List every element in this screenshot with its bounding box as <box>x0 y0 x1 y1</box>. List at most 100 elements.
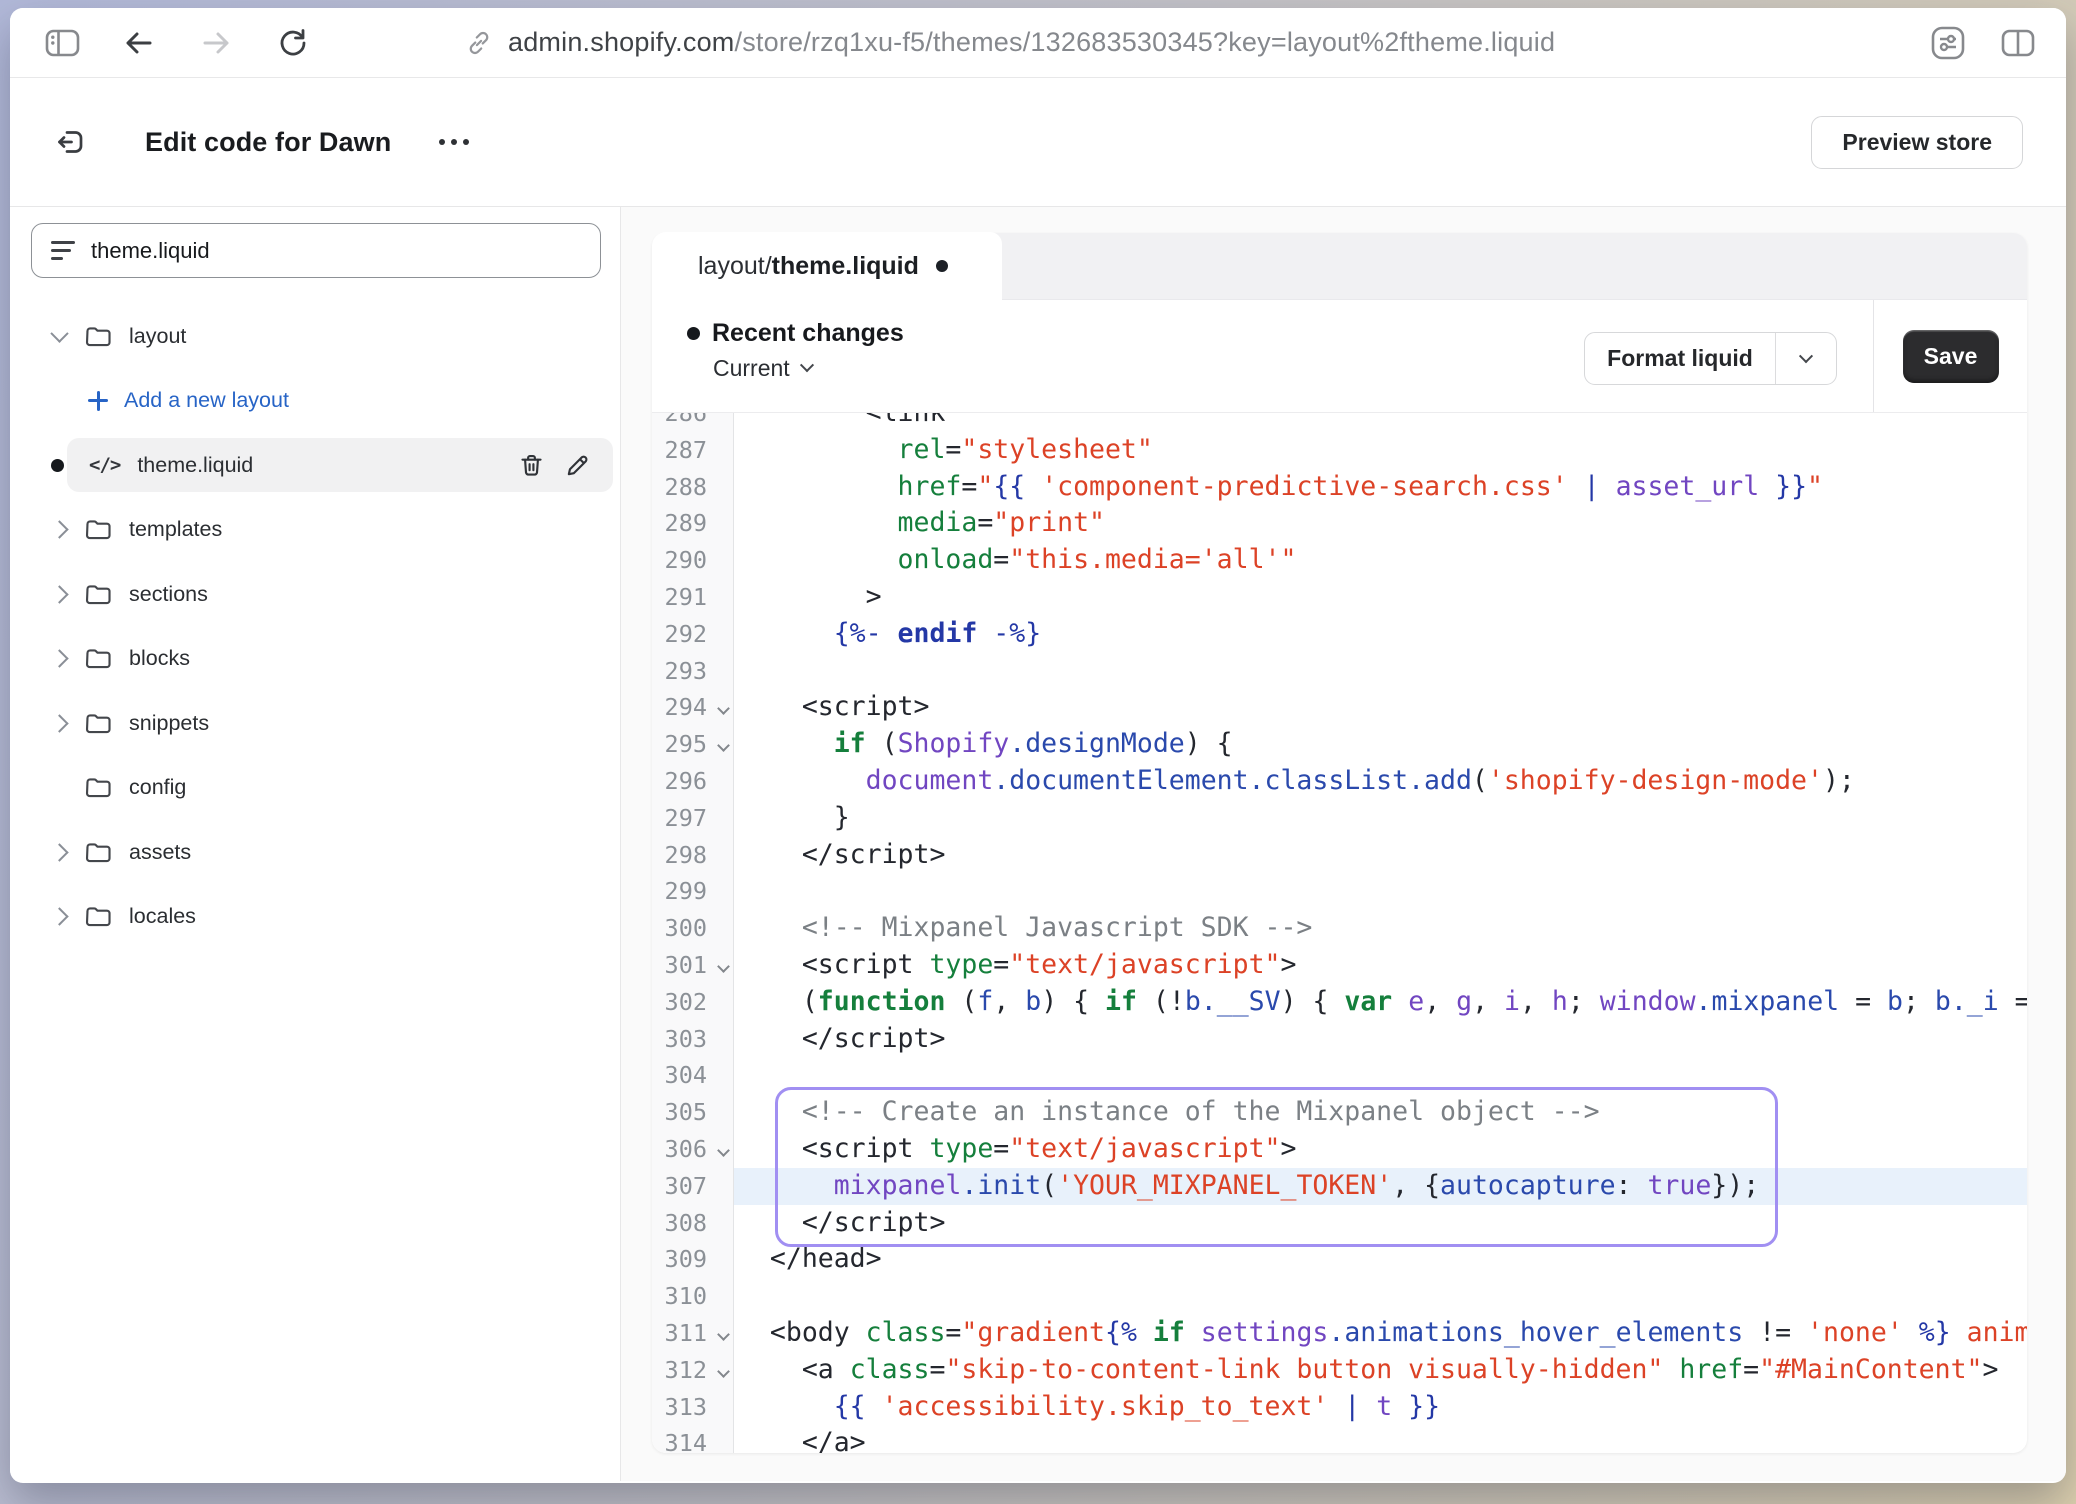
format-liquid-button[interactable]: Format liquid <box>1585 333 1776 384</box>
delete-file-icon[interactable] <box>518 452 545 479</box>
file-search-input[interactable]: theme.liquid <box>31 223 601 278</box>
fold-chevron-icon[interactable] <box>717 1365 730 1378</box>
code-line-306[interactable]: 306 <script type="text/javascript"> <box>652 1131 2027 1168</box>
code-line-303[interactable]: 303 </script> <box>652 1021 2027 1058</box>
code-line-308[interactable]: 308 </script> <box>652 1205 2027 1242</box>
code-text <box>734 653 2027 690</box>
more-options-icon[interactable] <box>429 129 479 155</box>
code-line-290[interactable]: 290 onload="this.media='all'" <box>652 542 2027 579</box>
fold-chevron-icon[interactable] <box>717 703 730 716</box>
chevron-down-icon[interactable] <box>50 324 68 342</box>
line-number: 288 <box>652 469 734 506</box>
sidebar-folder-sections[interactable]: sections <box>10 562 620 627</box>
line-number: 291 <box>652 579 734 616</box>
code-line-294[interactable]: 294 <script> <box>652 689 2027 726</box>
line-number: 299 <box>652 873 734 910</box>
folder-icon <box>85 775 112 800</box>
line-number: 302 <box>652 984 734 1021</box>
code-line-311[interactable]: 311 <body class="gradient{% if settings.… <box>652 1315 2027 1352</box>
file-tree: layoutAdd a new layout</>theme.liquid tem… <box>10 304 620 949</box>
back-icon[interactable] <box>121 26 157 60</box>
url-domain: admin.shopify.com <box>508 27 735 57</box>
address-bar[interactable]: admin.shopify.com/store/rzq1xu-f5/themes… <box>465 8 1555 77</box>
code-line-307[interactable]: 307 mixpanel.init('YOUR_MIXPANEL_TOKEN',… <box>652 1168 2027 1205</box>
code-line-305[interactable]: 305 <!-- Create an instance of the Mixpa… <box>652 1094 2027 1131</box>
sidebar-folder-snippets[interactable]: snippets <box>10 691 620 756</box>
chevron-right-icon[interactable] <box>50 585 68 603</box>
add-new-layout-button[interactable]: Add a new layout <box>10 369 620 434</box>
code-line-301[interactable]: 301 <script type="text/javascript"> <box>652 947 2027 984</box>
code-line-312[interactable]: 312 <a class="skip-to-content-link butto… <box>652 1352 2027 1389</box>
sidebar-folder-locales[interactable]: locales <box>10 885 620 950</box>
sidebar-folder-assets[interactable]: assets <box>10 820 620 885</box>
sidebar-folder-blocks[interactable]: blocks <box>10 627 620 692</box>
line-number: 290 <box>652 542 734 579</box>
rename-file-icon[interactable] <box>564 452 591 479</box>
format-liquid-split-button: Format liquid <box>1584 332 1837 385</box>
forward-icon[interactable] <box>198 26 234 60</box>
code-line-287[interactable]: 287 rel="stylesheet" <box>652 432 2027 469</box>
code-line-292[interactable]: 292 {%- endif -%} <box>652 616 2027 653</box>
line-number: 313 <box>652 1389 734 1426</box>
format-liquid-menu-button[interactable] <box>1776 333 1836 384</box>
page-settings-icon[interactable] <box>1930 26 1966 60</box>
line-number: 296 <box>652 763 734 800</box>
code-line-304[interactable]: 304 <box>652 1057 2027 1094</box>
sidebar-folder-config[interactable]: config <box>10 756 620 821</box>
code-line-296[interactable]: 296 document.documentElement.classList.a… <box>652 763 2027 800</box>
file-label: theme.liquid <box>137 453 253 478</box>
code-line-310[interactable]: 310 <box>652 1278 2027 1315</box>
chevron-right-icon[interactable] <box>50 843 68 861</box>
save-button[interactable]: Save <box>1903 330 1999 383</box>
code-line-286[interactable]: 286 <link <box>652 413 2027 432</box>
code-line-297[interactable]: 297 } <box>652 800 2027 837</box>
chevron-right-icon[interactable] <box>50 650 68 668</box>
code-line-302[interactable]: 302 (function (f, b) { if (!b.__SV) { va… <box>652 984 2027 1021</box>
browser-toolbar: admin.shopify.com/store/rzq1xu-f5/themes… <box>10 8 2066 78</box>
fold-chevron-icon[interactable] <box>717 739 730 752</box>
fold-chevron-icon[interactable] <box>717 1328 730 1341</box>
version-dropdown[interactable]: Current <box>713 353 904 383</box>
code-editor[interactable]: 286 <link287 rel="stylesheet"288 href="{… <box>652 413 2027 1453</box>
code-line-295[interactable]: 295 if (Shopify.designMode) { <box>652 726 2027 763</box>
code-line-313[interactable]: 313 {{ 'accessibility.skip_to_text' | t … <box>652 1389 2027 1426</box>
chevron-right-icon[interactable] <box>50 714 68 732</box>
code-line-299[interactable]: 299 <box>652 873 2027 910</box>
fold-chevron-icon[interactable] <box>717 1144 730 1157</box>
tab-layout-theme-liquid[interactable]: layout/theme.liquid <box>652 232 1002 300</box>
folder-label: config <box>129 775 186 800</box>
line-number: 304 <box>652 1057 734 1094</box>
reload-icon[interactable] <box>275 26 311 60</box>
split-view-icon[interactable] <box>2000 26 2036 60</box>
code-text: } <box>734 800 2027 837</box>
code-line-298[interactable]: 298 </script> <box>652 837 2027 874</box>
code-line-291[interactable]: 291 > <box>652 579 2027 616</box>
code-line-289[interactable]: 289 media="print" <box>652 505 2027 542</box>
line-number: 314 <box>652 1425 734 1453</box>
exit-icon[interactable] <box>53 125 89 159</box>
sidebar-folder-layout[interactable]: layout <box>10 304 620 369</box>
code-text: <!-- Mixpanel Javascript SDK --> <box>734 910 2027 947</box>
code-text: </script> <box>734 1205 2027 1242</box>
code-text: (function (f, b) { if (!b.__SV) { var e,… <box>734 984 2027 1021</box>
filter-icon <box>51 241 75 260</box>
unsaved-dot <box>51 459 64 472</box>
code-line-309[interactable]: 309 </head> <box>652 1241 2027 1278</box>
code-line-314[interactable]: 314 </a> <box>652 1425 2027 1453</box>
preview-store-button[interactable]: Preview store <box>1811 116 2023 169</box>
sidebar-file-theme.liquid[interactable]: </>theme.liquid <box>10 433 620 498</box>
code-line-300[interactable]: 300 <!-- Mixpanel Javascript SDK --> <box>652 910 2027 947</box>
line-number: 309 <box>652 1241 734 1278</box>
code-line-293[interactable]: 293 <box>652 653 2027 690</box>
chevron-right-icon[interactable] <box>50 908 68 926</box>
code-text <box>734 873 2027 910</box>
fold-chevron-icon[interactable] <box>717 960 730 973</box>
chevron-right-icon[interactable] <box>50 521 68 539</box>
line-number: 295 <box>652 726 734 763</box>
folder-label: sections <box>129 582 208 607</box>
sidebar-folder-templates[interactable]: templates <box>10 498 620 563</box>
code-line-288[interactable]: 288 href="{{ 'component-predictive-searc… <box>652 469 2027 506</box>
selected-file-pill[interactable]: </>theme.liquid <box>67 438 613 492</box>
sidebar-toggle-icon[interactable] <box>44 26 80 60</box>
plus-icon <box>86 389 110 413</box>
